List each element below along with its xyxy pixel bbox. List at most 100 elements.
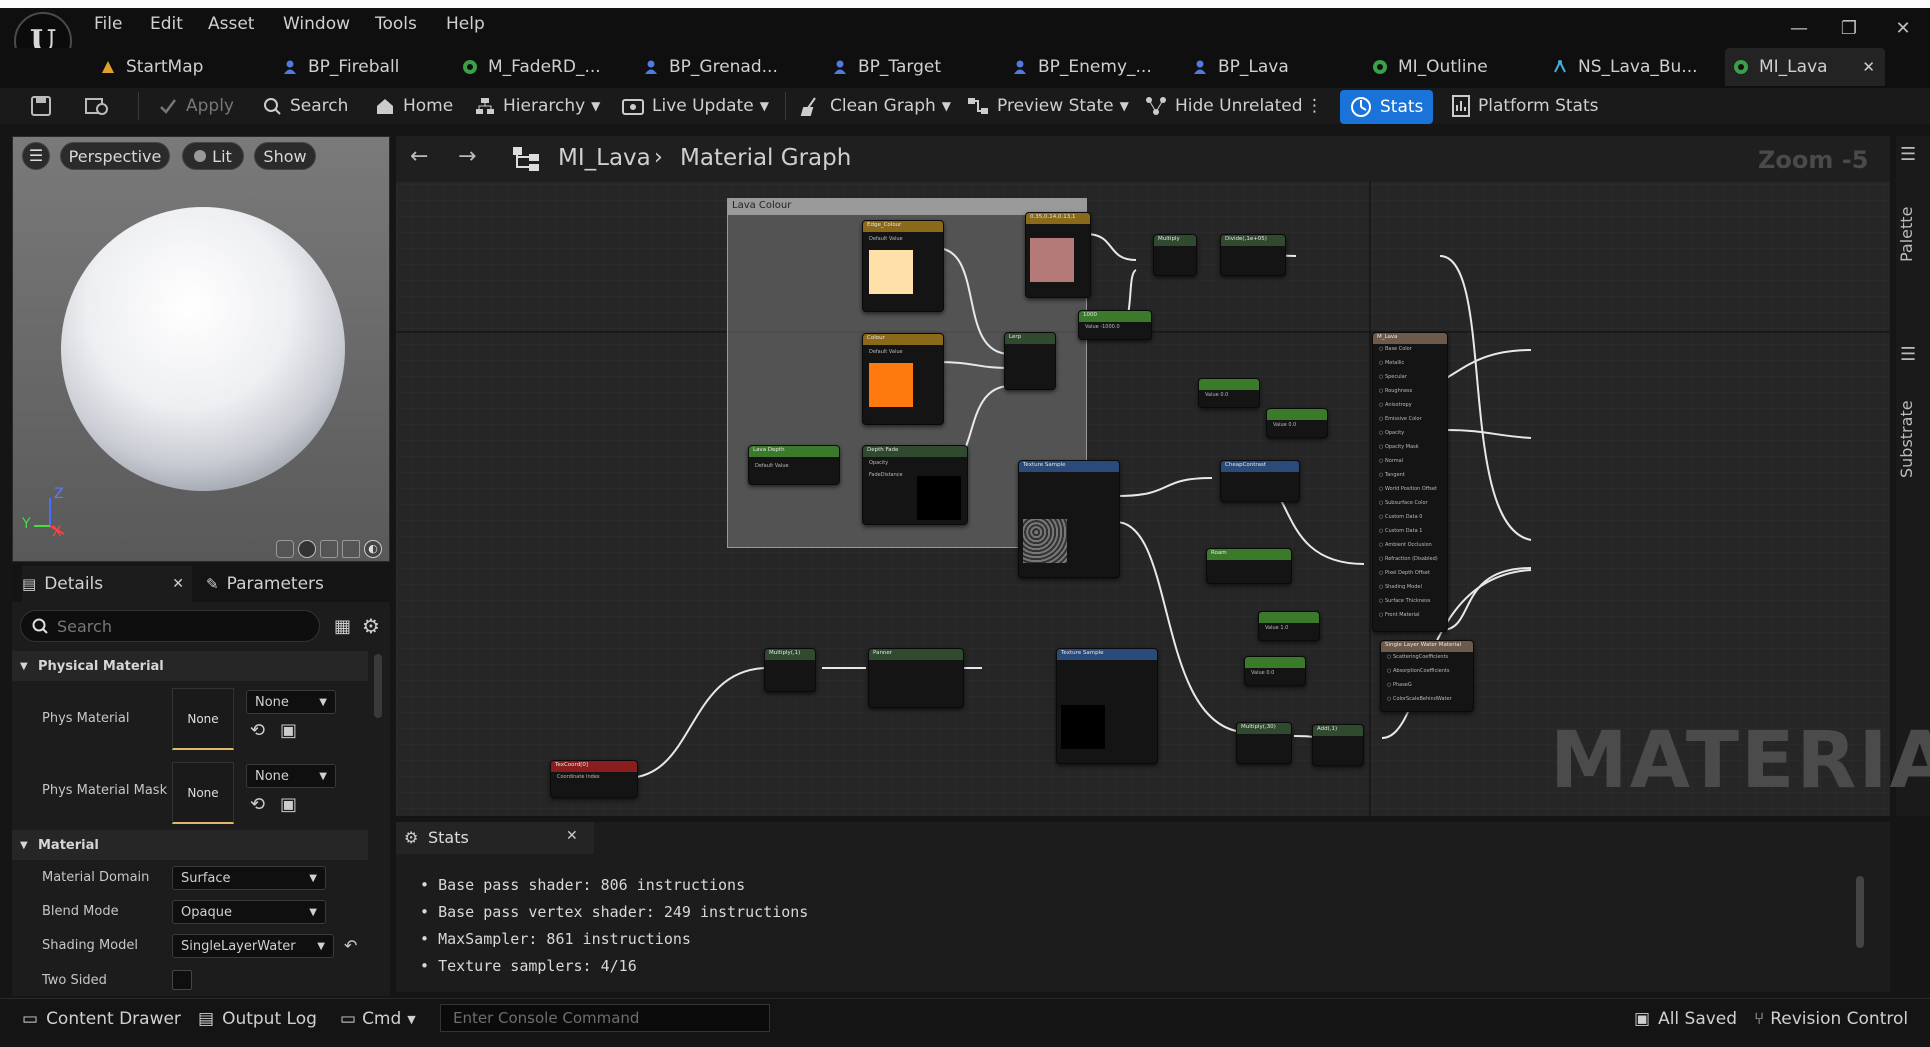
tab-bp-target[interactable]: BP_Target [832,48,941,86]
menu-edit[interactable]: Edit [150,14,183,36]
material-input-pin[interactable]: ○ Custom Data 0 [1379,514,1441,528]
substrate-menu-icon[interactable]: ☰ [1900,344,1916,365]
cylinder-icon[interactable] [276,540,294,558]
node-add[interactable]: Add(,1) [1312,724,1364,766]
tab-details[interactable]: ▤ Details ✕ [22,566,192,602]
node-multiply-1[interactable]: Multiply(,1) [764,648,816,692]
browse-icon[interactable] [84,88,110,124]
material-input-pin[interactable]: ○ Specular [1379,374,1441,388]
node-lava-depth[interactable]: Lava Depth Default Value [748,445,840,485]
teapot-icon[interactable]: ◐ [364,540,382,558]
live-update-dropdown[interactable]: Live Update ▼ [622,88,769,124]
node-multiply[interactable]: Multiply [1153,234,1197,276]
content-drawer-button[interactable]: ▭ Content Drawer [22,1006,181,1032]
tab-startmap[interactable]: StartMap [100,48,203,86]
node-cheap-contrast[interactable]: CheapContrast [1220,460,1300,502]
details-scrollbar[interactable] [374,654,382,718]
node-edge-colour[interactable]: Edge_Colour Default Value [862,220,944,312]
node-scalar-1[interactable]: Value 1.0 [1258,611,1320,641]
node-single-layer-water[interactable]: Single Layer Water Material ○ Scattering… [1380,640,1474,712]
material-domain-dropdown[interactable]: Surface ▼ [172,866,326,890]
close-window-icon[interactable]: ✕ [1892,18,1914,40]
search-button[interactable]: Search [262,88,348,124]
tab-bp-fireball[interactable]: BP_Fireball [282,48,399,86]
node-const-1000[interactable]: 1000 Value -1000.0 [1078,310,1152,340]
use-selected-icon[interactable]: ⟲ [250,720,265,741]
tab-ns-lava[interactable]: NS_Lava_Bu... [1552,48,1698,86]
material-input-pin[interactable]: ○ AbsorptionCoefficients [1387,668,1467,682]
minimize-icon[interactable]: — [1788,18,1810,40]
node-colour[interactable]: Colour Default Value [862,333,944,425]
material-input-pin[interactable]: ○ Anisotropy [1379,402,1441,416]
material-input-pin[interactable]: ○ Custom Data 1 [1379,528,1441,542]
material-input-pin[interactable]: ○ Opacity Mask [1379,444,1441,458]
close-tab-icon[interactable]: ✕ [1862,58,1875,76]
material-input-pin[interactable]: ○ Normal [1379,458,1441,472]
menu-window[interactable]: Window [283,14,350,36]
menu-file[interactable]: File [94,14,122,36]
cmd-dropdown[interactable]: ▭ Cmd ▼ [340,1006,416,1032]
output-log-button[interactable]: ▤ Output Log [198,1006,317,1032]
material-input-pin[interactable]: ○ Tangent [1379,472,1441,486]
stats-scrollbar[interactable] [1856,876,1864,948]
browse-asset-icon[interactable]: ▣ [280,794,297,815]
node-texture-sample-2[interactable]: Texture Sample [1056,648,1158,764]
node-m-lava-output[interactable]: M_Lava ○ Base Color ○ Metallic ○ Specular ○… [1372,332,1448,632]
close-details-icon[interactable]: ✕ [172,576,184,592]
section-physical-material[interactable]: ▼ Physical Material [12,651,368,681]
close-stats-icon[interactable]: ✕ [566,828,578,844]
table-view-icon[interactable]: ▦ [334,616,351,637]
show-button[interactable]: Show [254,142,316,170]
menu-tools[interactable]: Tools [375,14,417,36]
tab-mi-lava[interactable]: MI_Lava ✕ [1725,48,1885,86]
console-command-input[interactable]: Enter Console Command [440,1004,770,1032]
node-roam[interactable]: Roam [1206,548,1292,584]
more-options-icon[interactable]: ⋮ [1306,88,1323,124]
tab-m-faderd[interactable]: M_FadeRD_... [462,48,601,86]
plane-icon[interactable] [320,540,338,558]
perspective-button[interactable]: Perspective [60,142,170,170]
node-constant-color[interactable]: 0.35,0.14,0.13,1 [1025,212,1091,298]
home-button[interactable]: Home [375,88,453,124]
hide-unrelated-button[interactable]: Hide Unrelated [1145,88,1303,124]
material-input-pin[interactable]: ○ Ambient Occlusion [1379,542,1441,556]
material-input-pin[interactable]: ○ Shading Model [1379,584,1441,598]
tab-mi-outline[interactable]: MI_Outline [1372,48,1488,86]
material-input-pin[interactable]: ○ Front Material [1379,612,1441,626]
node-scalar-0c[interactable]: Value 0.0 [1244,656,1306,686]
all-saved-button[interactable]: ▣ All Saved [1634,1006,1737,1032]
material-input-pin[interactable]: ○ PhaseG [1387,682,1467,696]
phys-material-mask-thumbnail[interactable]: None [172,762,234,824]
two-sided-checkbox[interactable] [172,970,192,990]
material-input-pin[interactable]: ○ ScatteringCoefficients [1387,654,1467,668]
sphere-icon[interactable] [298,540,316,558]
restore-icon[interactable]: ❐ [1838,18,1860,40]
phys-material-dropdown[interactable]: None ▼ [246,690,336,714]
node-texture-sample[interactable]: Texture Sample [1018,460,1120,578]
material-input-pin[interactable]: ○ Roughness [1379,388,1441,402]
palette-menu-icon[interactable]: ☰ [1900,144,1916,165]
material-input-pin[interactable]: ○ Opacity [1379,430,1441,444]
phys-material-thumbnail[interactable]: None [172,688,234,750]
node-divide[interactable]: Divide(,1e+05) [1220,234,1286,276]
details-search-input[interactable]: Search [20,610,320,642]
apply-button[interactable]: Apply [158,88,234,124]
tab-bp-grenade[interactable]: BP_Grenad... [643,48,778,86]
lit-button[interactable]: Lit [182,142,244,170]
material-input-pin[interactable]: ○ Subsurface Color [1379,500,1441,514]
node-scalar-0b[interactable]: Value 0.0 [1266,408,1328,438]
node-lerp[interactable]: Lerp [1004,332,1056,390]
material-input-pin[interactable]: ○ Metallic [1379,360,1441,374]
material-input-pin[interactable]: ○ Surface Thickness [1379,598,1441,612]
reset-to-default-icon[interactable]: ↶ [344,936,357,955]
stats-button[interactable]: Stats [1340,90,1434,124]
section-material[interactable]: ▼ Material [12,830,368,860]
node-depth-fade[interactable]: Depth Fade Opacity FadeDistance [862,445,968,525]
material-input-pin[interactable]: ○ Base Color [1379,346,1441,360]
settings-gear-icon[interactable]: ⚙ [362,614,380,638]
browse-asset-icon[interactable]: ▣ [280,720,297,741]
node-panner[interactable]: Panner [868,648,964,708]
node-scalar-0[interactable]: Value 0.0 [1198,378,1260,408]
use-selected-icon[interactable]: ⟲ [250,794,265,815]
tab-parameters[interactable]: ✎ Parameters [206,566,324,602]
